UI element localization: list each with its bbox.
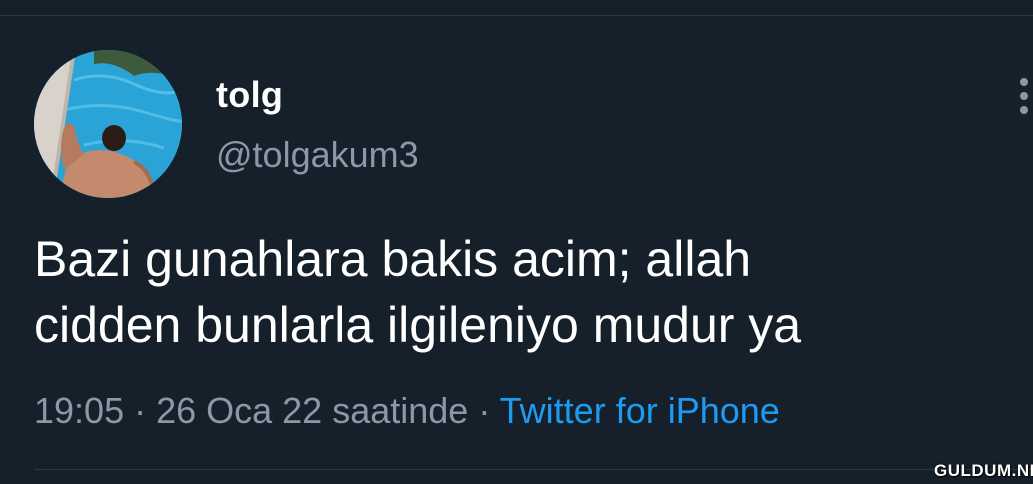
- display-name[interactable]: tolg: [216, 74, 283, 116]
- meta-separator: ·: [124, 390, 157, 431]
- tweet-source-link[interactable]: Twitter for iPhone: [500, 390, 780, 431]
- more-dot: [1020, 92, 1028, 100]
- tweet-text: Bazi gunahlara bakis acim; allah cidden …: [34, 226, 1014, 358]
- watermark: GULDUM.NET: [934, 461, 1033, 480]
- top-divider: [0, 15, 1033, 16]
- tweet-meta: 19:05 · 26 Oca 22 saatinde · Twitter for…: [34, 390, 780, 432]
- profile-photo: [34, 50, 182, 198]
- meta-separator: ·: [468, 390, 500, 431]
- bottom-divider: [34, 469, 1033, 470]
- more-dot: [1020, 78, 1028, 86]
- tweet-time[interactable]: 19:05: [34, 390, 124, 431]
- more-vertical-icon[interactable]: [1010, 74, 1033, 118]
- tweet-text-line: Bazi gunahlara bakis acim; allah: [34, 231, 752, 287]
- tweet-date[interactable]: 26 Oca 22 saatinde: [156, 390, 468, 431]
- more-dot: [1020, 106, 1028, 114]
- avatar[interactable]: [34, 50, 182, 198]
- tweet-text-line: cidden bunlarla ilgileniyo mudur ya: [34, 297, 802, 353]
- user-handle[interactable]: @tolgakum3: [216, 134, 419, 176]
